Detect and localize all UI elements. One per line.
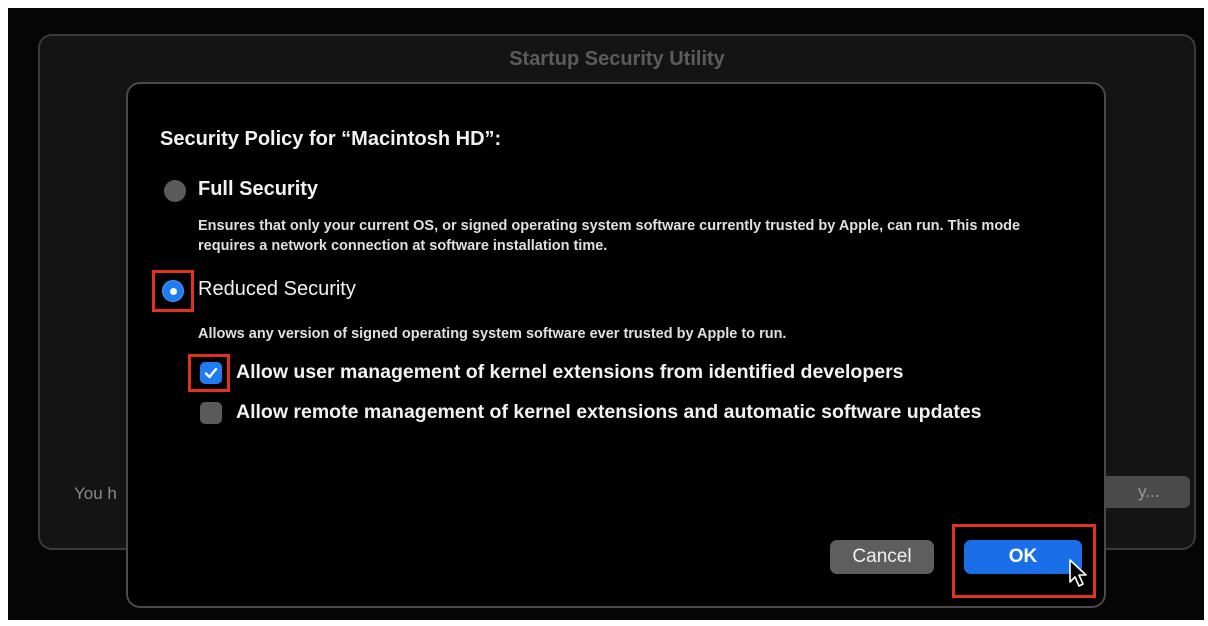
cancel-button[interactable]: Cancel: [830, 540, 934, 574]
user-kernel-extensions-label[interactable]: Allow user management of kernel extensio…: [236, 361, 904, 384]
reduced-security-label[interactable]: Reduced Security: [198, 278, 356, 301]
full-security-radio[interactable]: [164, 180, 186, 202]
reduced-security-description: Allows any version of signed operating s…: [198, 326, 787, 342]
full-security-label[interactable]: Full Security: [198, 178, 318, 201]
window-title: Startup Security Utility: [509, 48, 725, 70]
ok-button[interactable]: OK: [964, 540, 1082, 574]
radio-dot-icon: [170, 288, 177, 295]
remote-kernel-extensions-label[interactable]: Allow remote management of kernel extens…: [236, 401, 982, 424]
screen: Startup Security Utility You h y... Secu…: [8, 8, 1204, 620]
full-security-description: Ensures that only your current OS, or si…: [198, 218, 1021, 254]
reduced-security-radio[interactable]: [162, 280, 184, 302]
background-window-text: You h: [74, 484, 117, 503]
security-policy-dialog: Security Policy for “Macintosh HD”: Full…: [126, 82, 1106, 608]
checkmark-icon: [204, 367, 218, 379]
remote-kernel-extensions-checkbox[interactable]: [200, 402, 222, 424]
user-kernel-extensions-checkbox[interactable]: [200, 362, 222, 384]
dialog-heading: Security Policy for “Macintosh HD”:: [160, 128, 502, 150]
mouse-pointer-icon: [1069, 559, 1087, 587]
